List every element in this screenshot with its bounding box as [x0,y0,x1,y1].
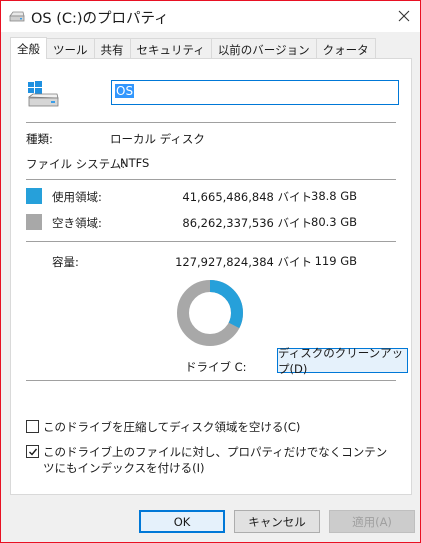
tab-strip: 全般 ツール 共有 セキュリティ 以前のバージョン クォータ [10,37,376,59]
filesystem-value: NTFS [120,156,150,170]
used-space-size: 38.8 GB [311,189,358,203]
tab-quota[interactable]: クォータ [315,38,376,58]
tab-previous-versions[interactable]: 以前のバージョン [210,38,317,58]
volume-name-input[interactable]: OS [111,80,399,105]
drive-label: ドライブ C: [185,360,247,374]
checkmark-icon [28,448,37,456]
tab-sharing[interactable]: 共有 [93,38,131,58]
capacity-label: 容量: [52,255,79,269]
close-button[interactable] [391,4,417,28]
type-value: ローカル ディスク [110,132,205,146]
compress-checkbox-label[interactable]: このドライブを圧縮してディスク領域を空ける(C) [43,419,388,435]
tab-security[interactable]: セキュリティ [129,38,212,58]
used-space-bytes: 41,665,486,848 バイト [182,190,312,204]
disk-cleanup-button[interactable]: ディスクのクリーンアップ(D) [277,346,408,376]
free-space-label: 空き領域: [52,216,102,230]
divider [26,122,396,123]
index-option: このドライブ上のファイルに対し、プロパティだけでなくコンテンツにもインデックスを… [26,444,388,476]
capacity-bytes: 127,927,824,384 バイト [175,255,312,269]
used-space-label: 使用領域: [52,190,102,204]
free-space-swatch [26,214,42,230]
compress-checkbox[interactable] [26,420,39,433]
volume-name-value: OS [115,84,135,98]
divider [26,380,396,381]
capacity-size: 119 GB [314,254,357,268]
tab-general[interactable]: 全般 [10,37,47,59]
divider [26,241,396,242]
apply-button[interactable]: 適用(A) [329,510,415,533]
windows-drive-icon [27,81,59,107]
window-title: OS (C:)のプロパティ [31,11,169,27]
filesystem-label: ファイル システム: [26,157,126,171]
drive-icon [9,11,25,22]
free-space-bytes: 86,262,337,536 バイト [182,216,312,230]
close-icon [398,10,410,22]
ok-button[interactable]: OK [139,510,225,533]
usage-donut-chart [177,280,243,346]
divider [26,179,396,180]
cancel-button[interactable]: キャンセル [234,510,320,533]
used-space-swatch [26,188,42,204]
type-label: 種類: [26,132,53,146]
title-bar: OS (C:)のプロパティ [1,1,420,32]
tab-tools[interactable]: ツール [46,38,95,58]
properties-window: OS (C:)のプロパティ 全般 ツール 共有 セキュリティ 以前のバージョン … [0,0,421,543]
compress-option: このドライブを圧縮してディスク領域を空ける(C) [26,419,388,435]
index-checkbox[interactable] [26,445,39,458]
general-panel: OS 種類: ローカル ディスク ファイル システム: NTFS 使用領域: 4… [10,58,412,495]
free-space-size: 80.3 GB [311,215,358,229]
index-checkbox-label[interactable]: このドライブ上のファイルに対し、プロパティだけでなくコンテンツにもインデックスを… [43,444,388,476]
